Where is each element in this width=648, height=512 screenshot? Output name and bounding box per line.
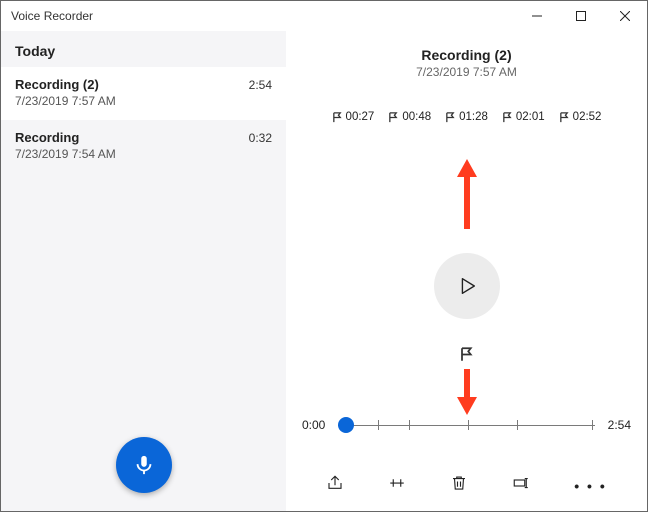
rename-icon <box>512 474 530 492</box>
time-start: 0:00 <box>302 418 330 432</box>
rename-button[interactable] <box>512 474 530 497</box>
recording-date: 7/23/2019 7:57 AM <box>15 94 272 108</box>
trash-icon <box>450 474 468 492</box>
current-recording-name: Recording (2) <box>286 47 647 63</box>
app-window: Voice Recorder Today Recording (2) 2:54 … <box>0 0 648 512</box>
date-group-header: Today <box>1 31 286 67</box>
share-icon <box>326 474 344 492</box>
share-button[interactable] <box>326 474 344 497</box>
recordings-sidebar: Today Recording (2) 2:54 7/23/2019 7:57 … <box>1 31 286 511</box>
app-title: Voice Recorder <box>11 9 93 23</box>
marker-item[interactable]: 00:27 <box>332 111 375 123</box>
playback-panel: Recording (2) 7/23/2019 7:57 AM 00:27 00… <box>286 31 647 511</box>
marker-item[interactable]: 02:52 <box>559 111 602 123</box>
marker-item[interactable]: 01:28 <box>445 111 488 123</box>
marker-item[interactable]: 00:48 <box>388 111 431 123</box>
seek-thumb[interactable] <box>338 417 354 433</box>
annotation-arrow-down <box>457 369 477 420</box>
ellipsis-icon: • • • <box>574 478 606 494</box>
recording-header: Recording (2) 7/23/2019 7:57 AM <box>286 47 647 79</box>
annotation-arrow-up <box>457 159 477 234</box>
delete-button[interactable] <box>450 474 468 497</box>
flag-icon <box>502 112 513 123</box>
trim-icon <box>388 474 406 492</box>
flag-icon <box>332 112 343 123</box>
flag-icon <box>445 112 456 123</box>
recording-duration: 2:54 <box>249 78 272 92</box>
flag-icon <box>559 112 570 123</box>
recording-item[interactable]: Recording 0:32 7/23/2019 7:54 AM <box>1 120 286 173</box>
add-marker-button[interactable] <box>459 347 474 367</box>
action-bar: • • • <box>286 474 647 497</box>
recording-duration: 0:32 <box>249 131 272 145</box>
play-icon <box>456 275 478 297</box>
window-buttons <box>515 1 647 31</box>
play-button[interactable] <box>434 253 500 319</box>
trim-button[interactable] <box>388 474 406 497</box>
recording-item[interactable]: Recording (2) 2:54 7/23/2019 7:57 AM <box>1 67 286 120</box>
timeline: 0:00 2:54 <box>302 417 631 433</box>
recording-name: Recording <box>15 130 79 145</box>
seek-track[interactable] <box>338 417 595 433</box>
app-body: Today Recording (2) 2:54 7/23/2019 7:57 … <box>1 31 647 511</box>
record-button[interactable] <box>116 437 172 493</box>
maximize-button[interactable] <box>559 1 603 31</box>
marker-item[interactable]: 02:01 <box>502 111 545 123</box>
markers-row: 00:27 00:48 01:28 02:01 02:52 <box>286 111 647 123</box>
flag-icon <box>388 112 399 123</box>
recording-name: Recording (2) <box>15 77 99 92</box>
more-button[interactable]: • • • <box>574 478 606 494</box>
microphone-icon <box>133 454 155 476</box>
flag-icon <box>459 347 474 362</box>
current-recording-date: 7/23/2019 7:57 AM <box>286 65 647 79</box>
play-button-wrap <box>434 253 500 319</box>
time-end: 2:54 <box>603 418 631 432</box>
close-button[interactable] <box>603 1 647 31</box>
recording-date: 7/23/2019 7:54 AM <box>15 147 272 161</box>
title-bar: Voice Recorder <box>1 1 647 31</box>
minimize-button[interactable] <box>515 1 559 31</box>
